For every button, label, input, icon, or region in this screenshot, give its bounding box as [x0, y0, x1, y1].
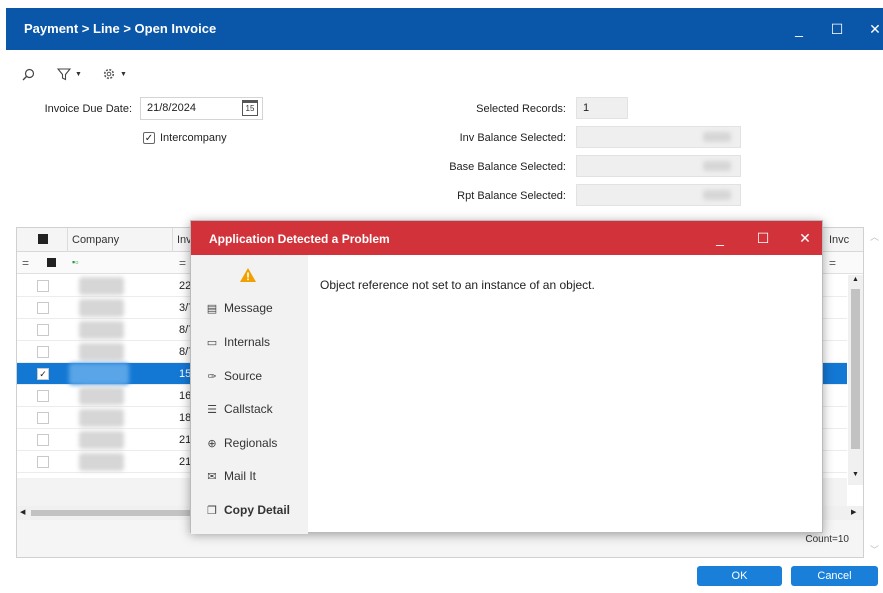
chevron-down-icon: ▼: [75, 70, 82, 78]
dialog-title: Application Detected a Problem: [209, 232, 390, 246]
chevron-down-icon: ▼: [119, 70, 127, 78]
sidebar-item-internals[interactable]: ▭ Internals: [206, 335, 270, 349]
record-count: Count=10: [805, 534, 849, 545]
row-checkbox[interactable]: [37, 390, 49, 402]
window-titlebar: Payment > Line > Open Invoice _ ☐ ✕: [6, 8, 883, 50]
calendar-icon[interactable]: 15: [242, 100, 258, 116]
intercompany-label: Intercompany: [160, 132, 227, 144]
sidebar-item-label: Source: [224, 369, 263, 383]
intercompany-checkbox[interactable]: ✓: [143, 132, 155, 144]
base-balance-label: Base Balance Selected:: [449, 161, 566, 173]
sidebar-item-message[interactable]: ▤ Message: [206, 301, 273, 315]
rpt-balance-label: Rpt Balance Selected:: [457, 190, 566, 202]
filter-equals-icon[interactable]: =: [829, 256, 836, 270]
row-checkbox[interactable]: [37, 434, 49, 446]
select-all-checkbox[interactable]: [38, 234, 48, 244]
sidebar-item-label: Callstack: [224, 402, 273, 416]
due-date-value: 21/8/2024: [147, 102, 196, 114]
due-date-field[interactable]: 21/8/2024 15: [140, 97, 263, 120]
sidebar-item-callstack[interactable]: ☰ Callstack: [206, 402, 273, 416]
error-message: Object reference not set to an instance …: [320, 278, 595, 292]
scroll-left-icon[interactable]: ◀: [20, 508, 25, 516]
sidebar-item-label: Internals: [224, 335, 271, 349]
dialog-sidebar: ▤ Message ▭ Internals ✑ Source ☰ Callsta…: [191, 255, 308, 534]
sidebar-item-label: Copy Detail: [224, 503, 291, 517]
row-checkbox[interactable]: [37, 302, 49, 314]
globe-icon: ⊕: [207, 437, 217, 450]
close-button[interactable]: ✕: [864, 18, 883, 40]
due-date-label: Invoice Due Date:: [44, 103, 132, 115]
scroll-down-icon[interactable]: ▼: [852, 471, 859, 478]
sidebar-item-source[interactable]: ✑ Source: [206, 369, 262, 383]
vertical-scrollbar[interactable]: ▲ ▼: [848, 275, 863, 485]
chat-icon: ▭: [206, 336, 218, 349]
sidebar-item-label: Mail It: [224, 469, 257, 483]
minimize-button[interactable]: _: [788, 18, 810, 40]
inv-balance-label: Inv Balance Selected:: [459, 132, 566, 144]
warning-icon: [240, 268, 256, 282]
row-checkbox[interactable]: [37, 324, 49, 336]
filter-dropdown[interactable]: ▼: [57, 66, 82, 82]
h-scroll-thumb[interactable]: [31, 510, 191, 516]
message-icon: ▤: [206, 302, 218, 315]
row-checkbox[interactable]: [37, 456, 49, 468]
dialog-maximize-button[interactable]: ☐: [752, 227, 774, 249]
outer-scroll-up-icon[interactable]: ︿: [870, 230, 879, 243]
scroll-thumb[interactable]: [851, 289, 860, 449]
error-dialog: Application Detected a Problem _ ☐ ✕ ▤ M…: [190, 220, 823, 534]
column-header-company[interactable]: Company: [72, 234, 119, 246]
row-checkbox[interactable]: [37, 280, 49, 292]
inv-balance-field: [576, 126, 741, 148]
dialog-minimize-button[interactable]: _: [709, 227, 731, 249]
column-header-invc[interactable]: Invc: [829, 234, 849, 246]
sidebar-item-label: Regionals: [224, 436, 278, 450]
filter-equals-icon[interactable]: =: [179, 256, 186, 270]
settings-icon: [103, 68, 115, 80]
selected-records-label: Selected Records:: [476, 103, 566, 115]
cancel-button[interactable]: Cancel: [791, 566, 878, 586]
pin-icon: ✑: [207, 370, 217, 383]
sidebar-item-mail-it[interactable]: ✉ Mail It: [206, 469, 256, 483]
filter-icon: [57, 67, 71, 80]
maximize-button[interactable]: ☐: [826, 18, 848, 40]
sidebar-item-regionals[interactable]: ⊕ Regionals: [206, 436, 277, 450]
mail-icon: ✉: [207, 470, 217, 483]
rpt-balance-field: [576, 184, 741, 206]
sidebar-item-copy-detail[interactable]: ❐ Copy Detail: [206, 503, 290, 517]
scroll-right-icon[interactable]: ▶: [851, 508, 856, 516]
scroll-up-icon[interactable]: ▲: [852, 276, 859, 283]
row-checkbox[interactable]: ✓: [37, 368, 49, 380]
outer-scroll-down-icon[interactable]: ﹀: [870, 543, 879, 556]
list-icon: ☰: [207, 403, 217, 416]
filter-equals-icon[interactable]: =: [22, 256, 29, 270]
sidebar-item-label: Message: [224, 301, 273, 315]
dialog-close-button[interactable]: ✕: [794, 227, 816, 249]
settings-dropdown[interactable]: ▼: [102, 66, 127, 82]
row-checkbox[interactable]: [37, 346, 49, 358]
window-title: Payment > Line > Open Invoice: [24, 21, 217, 36]
selected-records-field: 1: [576, 97, 628, 119]
dialog-titlebar: Application Detected a Problem _ ☐ ✕: [191, 221, 822, 255]
filter-company-icon[interactable]: ▪▫: [72, 257, 78, 267]
selected-records-value: 1: [583, 102, 590, 114]
base-balance-field: [576, 155, 741, 177]
row-checkbox[interactable]: [37, 412, 49, 424]
ok-button[interactable]: OK: [697, 566, 782, 586]
toolbar: ▼ ▼: [22, 66, 127, 82]
search-icon[interactable]: [22, 66, 35, 82]
copy-icon: ❐: [207, 504, 217, 517]
filter-checkbox[interactable]: [47, 258, 56, 267]
